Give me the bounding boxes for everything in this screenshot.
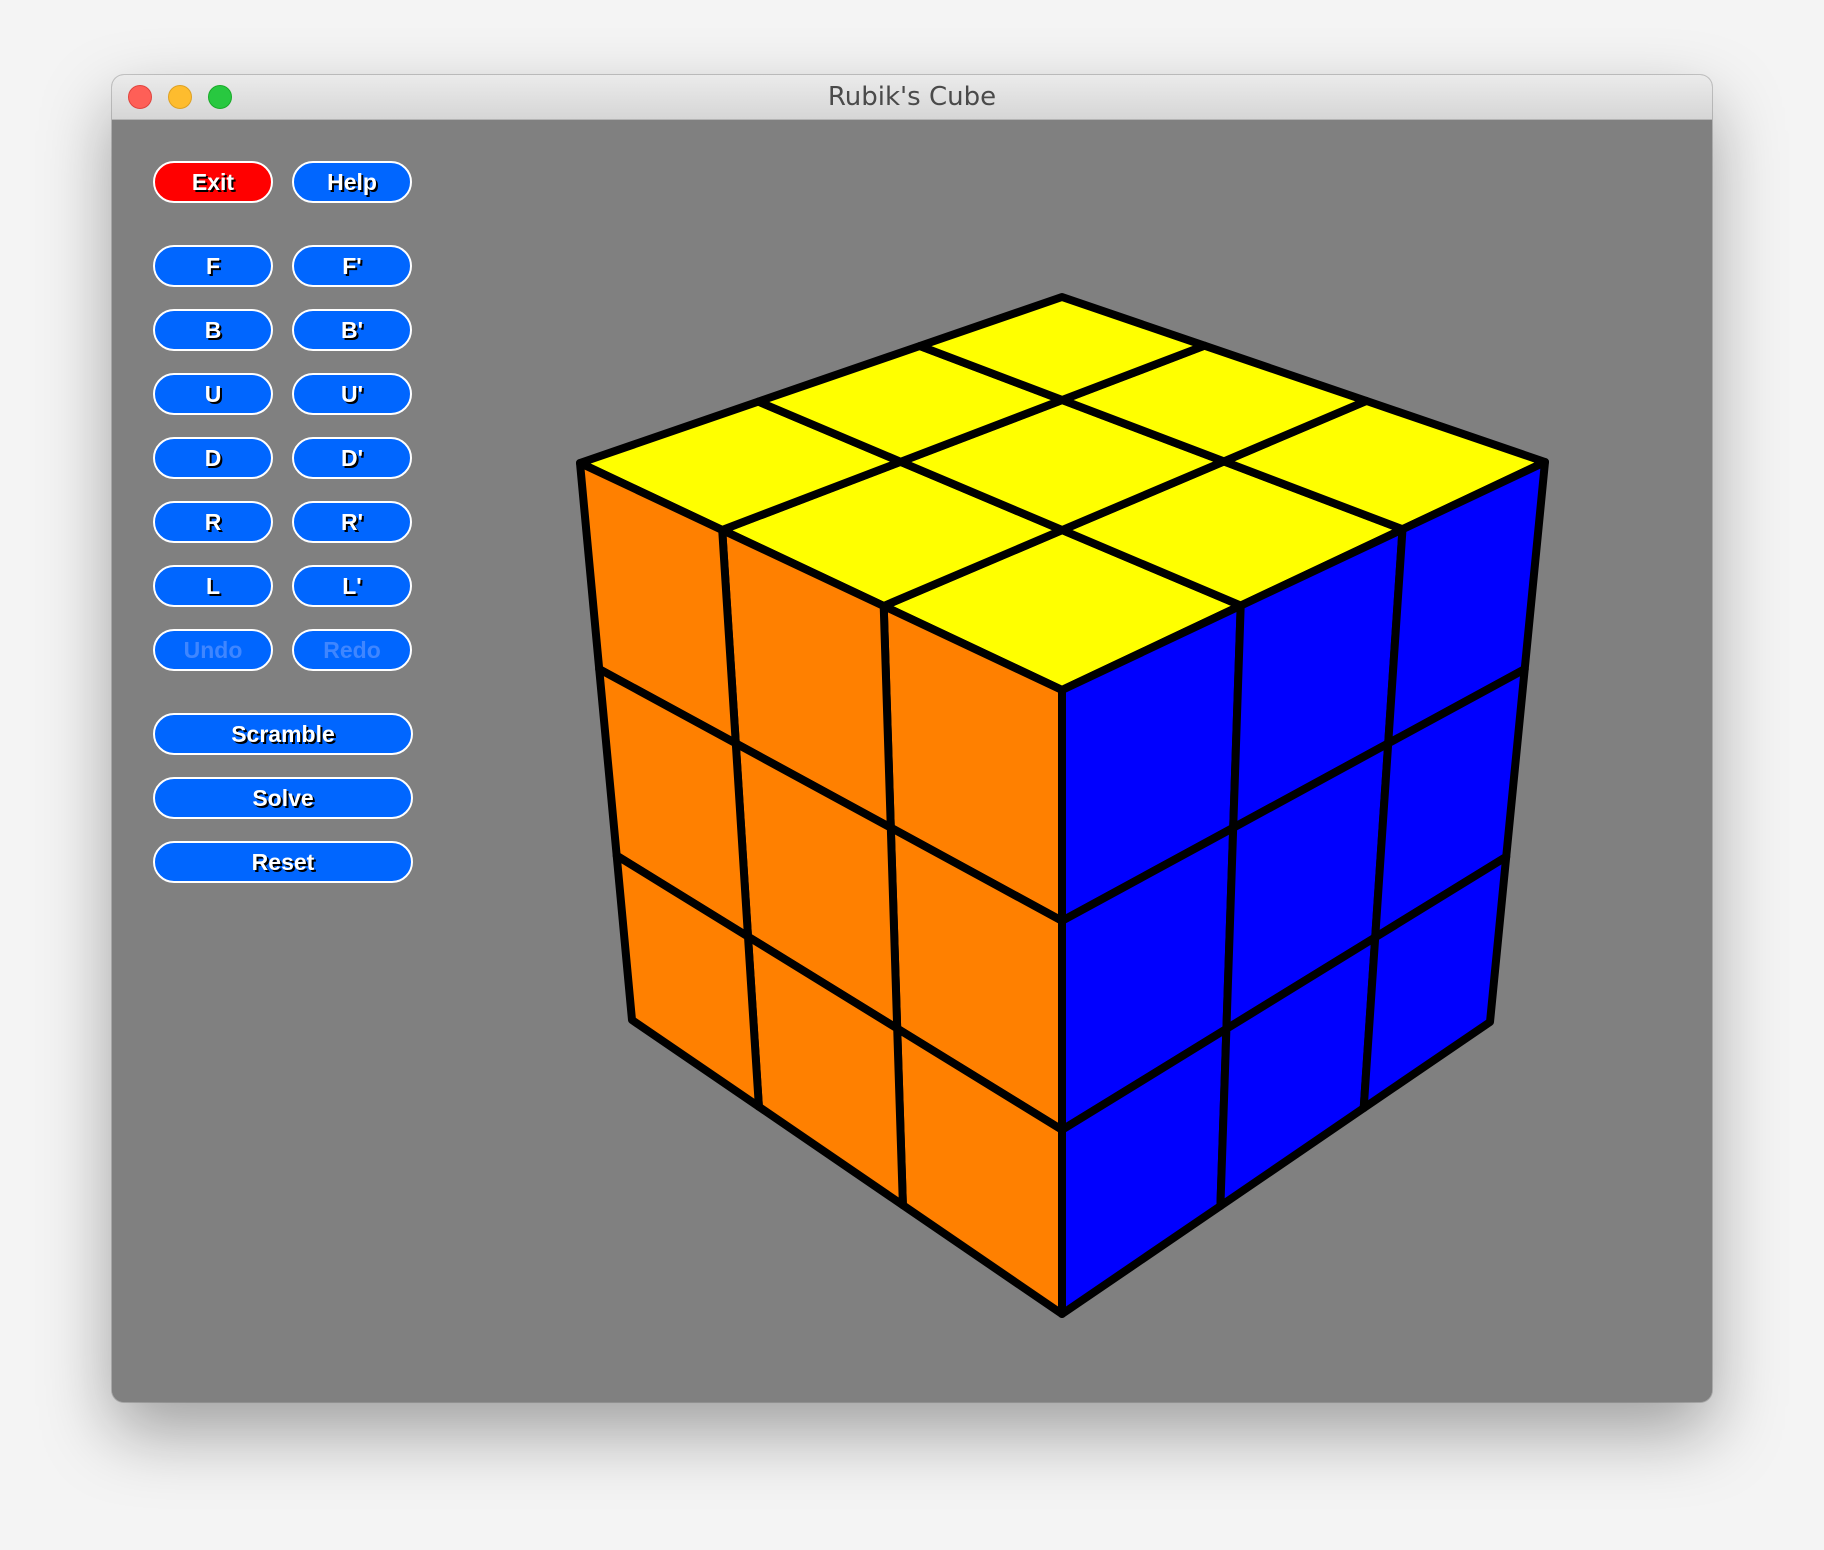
move-U-prime-button[interactable]: U' [292,373,412,415]
title-bar[interactable]: Rubik's Cube [112,75,1712,120]
move-R-prime-button[interactable]: R' [292,501,412,543]
exit-button[interactable]: Exit [153,161,273,203]
move-F-button[interactable]: F [153,245,273,287]
help-button[interactable]: Help [292,161,412,203]
move-L-button[interactable]: L [153,565,273,607]
app-window: Rubik's Cube Exit Help F F' B B' U U' D … [112,75,1712,1402]
move-B-button[interactable]: B [153,309,273,351]
move-D-prime-button[interactable]: D' [292,437,412,479]
window-title: Rubik's Cube [827,82,997,112]
canvas-area: Exit Help F F' B B' U U' D D' R R' L L' … [112,120,1712,1402]
move-R-button[interactable]: R [153,501,273,543]
solve-button[interactable]: Solve [153,777,413,819]
undo-button[interactable]: Undo [153,629,273,671]
move-B-prime-button[interactable]: B' [292,309,412,351]
move-L-prime-button[interactable]: L' [292,565,412,607]
redo-button[interactable]: Redo [292,629,412,671]
move-U-button[interactable]: U [153,373,273,415]
move-D-button[interactable]: D [153,437,273,479]
scramble-button[interactable]: Scramble [153,713,413,755]
reset-button[interactable]: Reset [153,841,413,883]
move-F-prime-button[interactable]: F' [292,245,412,287]
